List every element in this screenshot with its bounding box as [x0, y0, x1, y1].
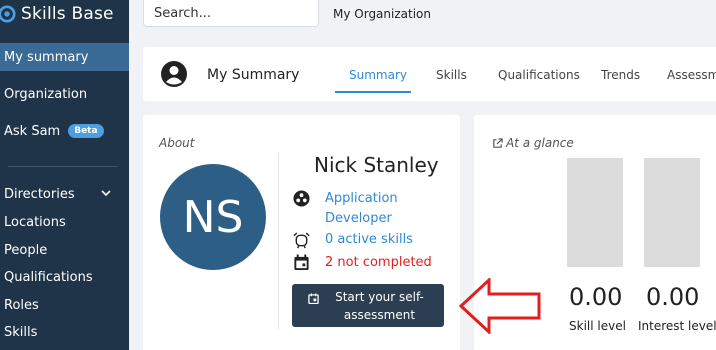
interest-level-bar: [644, 158, 700, 267]
brand-name: Skills Base: [21, 4, 114, 24]
tab-assessments[interactable]: Assessme: [667, 68, 716, 82]
chevron-down-icon: [101, 190, 111, 197]
calendar-icon: [307, 293, 319, 304]
sidebar-item-label: People: [4, 242, 48, 258]
about-divider: [278, 153, 279, 329]
avatar-initials: NS: [182, 191, 244, 243]
start-self-assessment-label: Start your self-assessment: [335, 289, 424, 322]
sidebar-item-roles[interactable]: Roles: [0, 291, 129, 319]
active-tab-indicator: [335, 91, 411, 93]
sidebar-item-label: My summary: [4, 49, 89, 65]
about-card: About NS Nick Stanley Application Develo…: [143, 115, 460, 350]
sidebar-item-label: Qualifications: [4, 269, 93, 285]
sidebar-item-label: Ask Sam: [4, 123, 61, 139]
external-link-icon[interactable]: [492, 138, 503, 149]
start-self-assessment-button[interactable]: Start your self-assessment: [292, 284, 444, 327]
sidebar-item-locations[interactable]: Locations: [0, 208, 129, 236]
beta-badge: Beta: [68, 124, 104, 138]
role-icon: [293, 190, 310, 207]
at-a-glance-label: At a glance: [506, 136, 574, 150]
sidebar-item-my-summary[interactable]: My summary: [0, 43, 129, 71]
sidebar-item-people[interactable]: People: [0, 236, 129, 264]
interest-level-label: Interest level: [638, 319, 716, 333]
summary-header: My Summary Summary Skills Qualifications…: [143, 47, 716, 101]
sidebar-item-label: Organization: [4, 86, 88, 102]
skill-level-label: Skill level: [569, 319, 626, 333]
brand[interactable]: Skills Base: [0, 0, 114, 28]
user-circle-icon: [161, 61, 187, 87]
sidebar-item-label: Directories: [4, 186, 75, 202]
calendar-icon: [294, 254, 309, 271]
tab-summary[interactable]: Summary: [349, 68, 407, 82]
not-completed-status[interactable]: 2 not completed: [325, 253, 432, 273]
sidebar-item-label: Locations: [4, 214, 66, 230]
sidebar-divider: [8, 166, 118, 167]
role-link[interactable]: Application Developer: [325, 189, 415, 229]
sidebar-item-label: Roles: [4, 297, 39, 313]
skills-base-logo-icon: [0, 5, 16, 23]
interest-level-value: 0.00: [646, 283, 700, 311]
page-title: My Summary: [207, 67, 300, 83]
tab-skills[interactable]: Skills: [436, 68, 467, 82]
sidebar-item-ask-sam[interactable]: Ask Sam Beta: [0, 117, 129, 145]
search-placeholder: Search...: [154, 6, 212, 21]
alarm-icon: [293, 232, 310, 249]
sidebar-item-qualifications[interactable]: Qualifications: [0, 263, 129, 291]
sidebar-item-label: Skills: [4, 324, 38, 340]
tab-trends[interactable]: Trends: [601, 68, 640, 82]
search-input[interactable]: Search...: [143, 0, 319, 27]
sidebar-item-skills[interactable]: Skills: [0, 318, 129, 346]
skill-level-value: 0.00: [569, 283, 623, 311]
tab-qualifications[interactable]: Qualifications: [498, 68, 580, 82]
about-label: About: [159, 136, 195, 150]
user-name: Nick Stanley: [314, 153, 439, 177]
avatar: NS: [160, 164, 266, 270]
organization-name[interactable]: My Organization: [333, 7, 431, 21]
red-arrow-annotation: [459, 278, 541, 334]
skill-level-bar: [567, 158, 623, 267]
sidebar-item-organization[interactable]: Organization: [0, 80, 129, 108]
sidebar: Skills Base My summary Organization Ask …: [0, 0, 129, 350]
sidebar-item-directories[interactable]: Directories: [0, 180, 129, 208]
active-skills-link[interactable]: 0 active skills: [325, 230, 413, 250]
